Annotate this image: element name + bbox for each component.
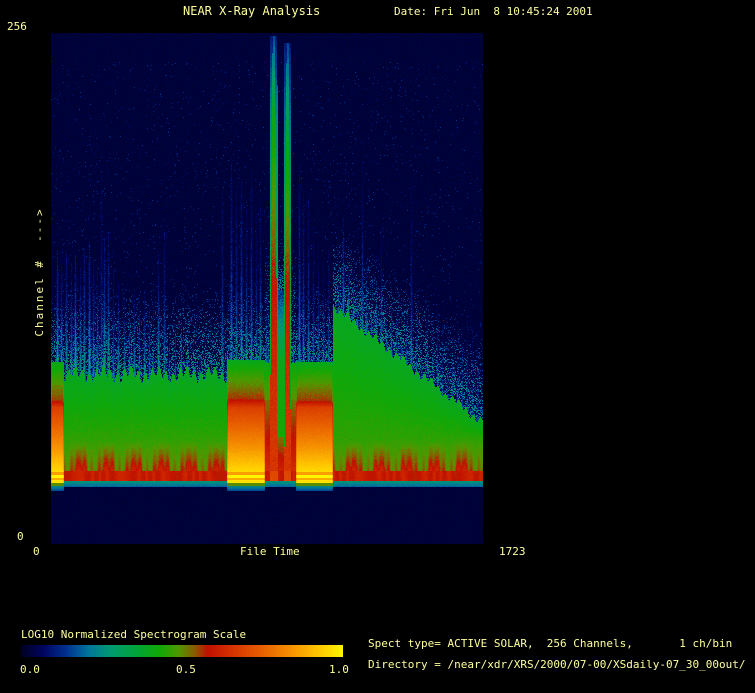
window-title: NEAR X-Ray Analysis	[183, 5, 320, 17]
colorbar-tick-1: 1.0	[329, 664, 349, 676]
colorbar-title: LOG10 Normalized Spectrogram Scale	[21, 629, 246, 641]
date-label: Date: Fri Jun 8 10:45:24 2001	[394, 6, 593, 18]
y-axis-min-tick: 0	[17, 531, 24, 543]
colorbar-tick-05: 0.5	[176, 664, 196, 676]
x-axis-label: File Time	[240, 546, 300, 558]
colorbar-tick-0: 0.0	[20, 664, 40, 676]
x-axis-max-tick: 1723	[499, 546, 526, 558]
spect-type-info: Spect type= ACTIVE SOLAR, 256 Channels, …	[368, 638, 732, 650]
spectrogram-image	[51, 33, 483, 544]
x-axis-min-tick: 0	[33, 546, 40, 558]
y-axis-label: Channel # --->	[34, 187, 46, 357]
directory-info: Directory = /near/xdr/XRS/2000/07-00/XSd…	[368, 659, 746, 671]
y-axis-max-tick: 256	[7, 21, 27, 33]
colorbar-gradient	[21, 645, 343, 657]
near-xray-analysis-window: NEAR X-Ray Analysis Date: Fri Jun 8 10:4…	[0, 0, 755, 693]
